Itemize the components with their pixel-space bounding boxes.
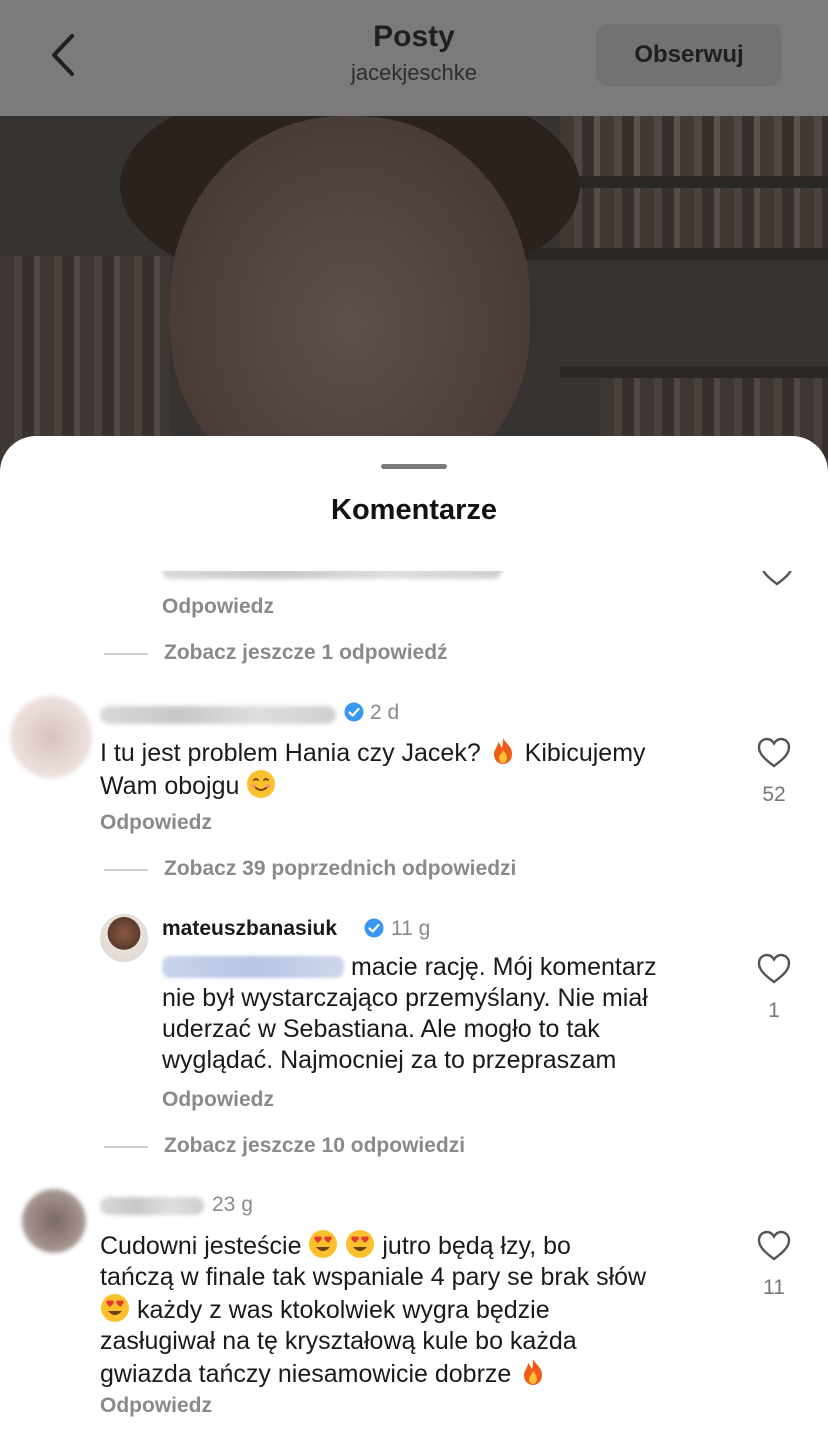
reply-button[interactable]: Odpowiedz xyxy=(162,595,274,619)
reply-button[interactable]: Odpowiedz xyxy=(100,811,212,835)
comments-list[interactable]: Odpowiedz Zobacz jeszcze 1 odpowiedź 2 d… xyxy=(0,571,828,1439)
username-blurred[interactable] xyxy=(100,706,336,724)
reply-button[interactable]: Odpowiedz xyxy=(162,1088,274,1112)
follow-button[interactable]: Obserwuj xyxy=(596,24,782,86)
username-blurred[interactable] xyxy=(100,1197,204,1215)
reply-button[interactable]: Odpowiedz xyxy=(100,1394,212,1418)
smiling-emoji xyxy=(246,769,276,799)
avatar[interactable] xyxy=(22,1189,86,1253)
post-photo xyxy=(0,116,828,476)
view-more-replies[interactable]: Zobacz jeszcze 10 odpowiedzi xyxy=(164,1134,465,1158)
heart-outline-icon[interactable] xyxy=(757,1230,791,1262)
fire-emoji xyxy=(518,1357,548,1387)
view-previous-replies[interactable]: Zobacz 39 poprzednich odpowiedzi xyxy=(164,857,516,881)
comment-text: I tu jest problem Hania czy Jacek? Kibic… xyxy=(100,736,740,802)
comment-time: 11 g xyxy=(391,917,431,940)
verified-badge-icon xyxy=(344,702,364,724)
heart-outline-icon[interactable] xyxy=(760,571,794,587)
sheet-title: Komentarze xyxy=(331,494,497,526)
post-header: Posty jacekjeschke Obserwuj xyxy=(0,0,828,116)
like-count: 11 xyxy=(763,1276,785,1299)
avatar[interactable] xyxy=(100,914,148,962)
comments-sheet: Komentarze Odpowiedz Zobacz jeszcze 1 od… xyxy=(0,436,828,1439)
like-count: 52 xyxy=(762,783,786,806)
mention-blurred[interactable] xyxy=(162,956,344,978)
avatar[interactable] xyxy=(10,696,92,778)
drag-handle[interactable] xyxy=(381,464,447,469)
verified-badge-icon xyxy=(364,918,384,940)
heart-eyes-emoji xyxy=(308,1229,338,1259)
heart-eyes-emoji xyxy=(100,1293,130,1323)
like-count: 1 xyxy=(768,999,780,1022)
comment-text: macie rację. Mój komentarz nie był wysta… xyxy=(162,953,657,1074)
fire-emoji xyxy=(488,736,518,766)
comment-username[interactable]: mateuszbanasiuk xyxy=(162,917,337,941)
view-more-replies[interactable]: Zobacz jeszcze 1 odpowiedź xyxy=(164,641,448,665)
heart-outline-icon[interactable] xyxy=(757,953,791,985)
heart-eyes-emoji xyxy=(345,1229,375,1259)
comment-time: 23 g xyxy=(212,1193,253,1216)
heart-outline-icon[interactable] xyxy=(757,737,791,769)
comment-time: 2 d xyxy=(370,701,400,724)
cut-off-comment-text xyxy=(162,571,502,579)
comment-text: Cudowni jesteście jutro będą łzy, bo tań… xyxy=(100,1229,750,1390)
